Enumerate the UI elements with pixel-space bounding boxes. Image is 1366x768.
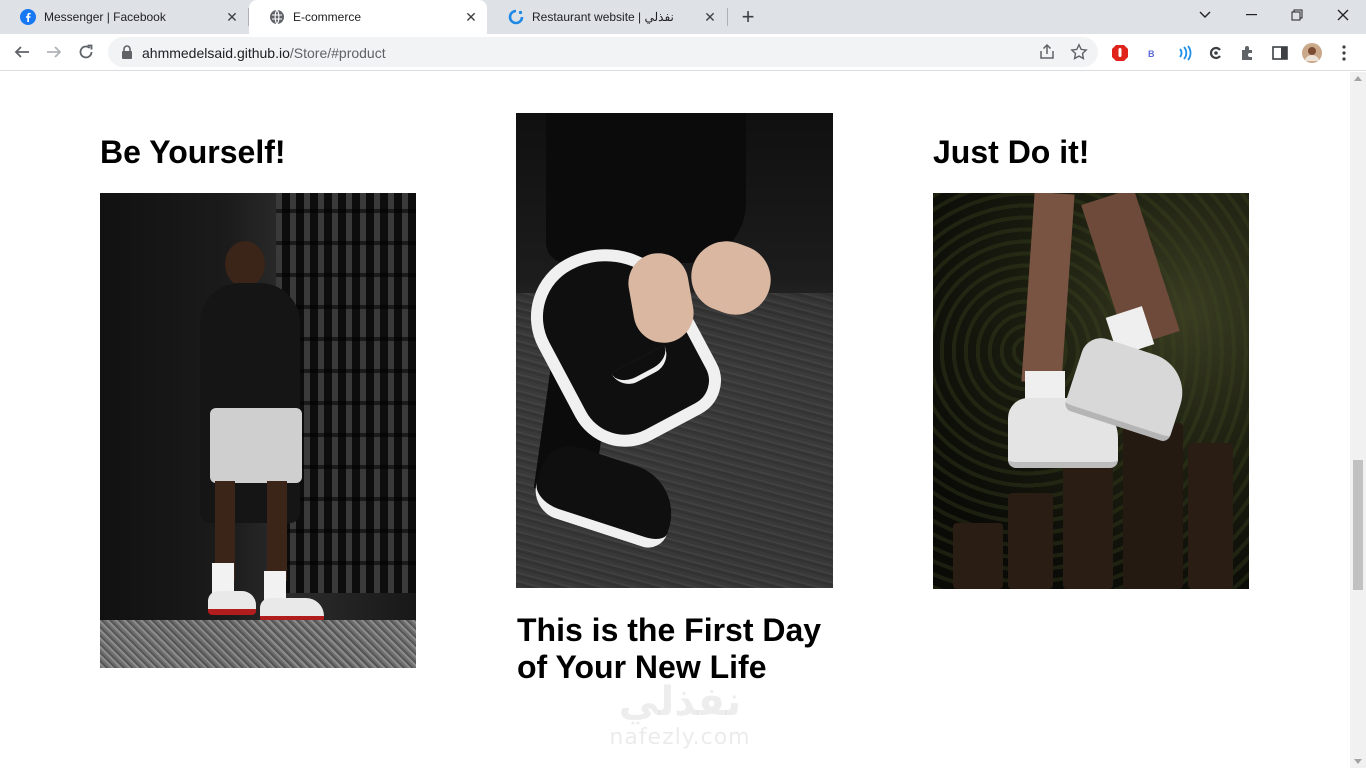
profile-avatar[interactable] [1302, 43, 1322, 63]
address-bar[interactable]: ahmmedelsaid.github.io/Store/#product [108, 37, 1098, 67]
globe-icon [270, 9, 284, 25]
forward-arrow-icon[interactable] [40, 38, 68, 66]
close-tab-icon[interactable]: ✕ [224, 9, 240, 25]
lock-icon[interactable] [120, 45, 134, 59]
url-host: ahmmedelsaid.github.io [142, 45, 290, 61]
svg-text:B: B [1148, 49, 1155, 59]
product-image-holding-sneaker [516, 113, 833, 588]
section-heading-be-yourself: Be Yourself! [100, 134, 286, 170]
scroll-down-arrow-icon[interactable] [1354, 759, 1362, 764]
wave-extension-icon[interactable] [1174, 43, 1194, 63]
restore-button[interactable] [1274, 0, 1320, 30]
bookmark-star-icon[interactable] [1070, 43, 1088, 61]
tab-restaurant[interactable]: Restaurant website | نفذلي ✕ [488, 0, 726, 34]
vertical-scrollbar[interactable] [1350, 72, 1366, 768]
section-heading-first-day: This is the First Day of Your New Life [517, 612, 822, 685]
scrollbar-thumb[interactable] [1353, 460, 1363, 590]
close-window-button[interactable] [1320, 0, 1366, 30]
adblock-extension-icon[interactable] [1110, 43, 1130, 63]
c-extension-icon[interactable] [1206, 43, 1226, 63]
tab-label: Messenger | Facebook [44, 10, 166, 24]
section-heading-just-do-it: Just Do it! [933, 134, 1090, 170]
back-arrow-icon[interactable] [8, 38, 36, 66]
tab-search-chevron-down-icon[interactable] [1182, 0, 1228, 30]
nafezly-watermark: نفذلي nafezly.com [560, 679, 800, 768]
reload-icon[interactable] [72, 38, 100, 66]
minimize-button[interactable] [1228, 0, 1274, 30]
url-path: /Store/#product [289, 45, 386, 61]
url-text[interactable]: ahmmedelsaid.github.io/Store/#product [142, 45, 386, 61]
page-viewport: Be Yourself! This is the First Day of Yo… [0, 72, 1350, 768]
nafezly-icon [508, 9, 524, 25]
menu-kebab-icon[interactable] [1334, 43, 1354, 63]
scroll-up-arrow-icon[interactable] [1354, 76, 1362, 81]
close-tab-icon[interactable]: ✕ [463, 9, 479, 25]
extensions-puzzle-icon[interactable] [1238, 43, 1258, 63]
tab-strip: Messenger | Facebook ✕ E-commerce ✕ Rest… [0, 0, 1366, 34]
side-panel-icon[interactable] [1270, 43, 1290, 63]
product-image-man-standing [100, 193, 416, 668]
product-image-sneakers-on-stumps [933, 193, 1249, 589]
new-tab-button[interactable]: + [736, 4, 760, 29]
tab-ecommerce[interactable]: E-commerce ✕ [249, 0, 487, 34]
tab-label: E-commerce [293, 10, 362, 24]
tab-separator [727, 8, 728, 26]
facebook-icon [20, 9, 36, 25]
b-extension-icon[interactable]: B [1142, 43, 1162, 63]
tab-label: Restaurant website | نفذلي [532, 10, 674, 24]
browser-toolbar: ahmmedelsaid.github.io/Store/#product B [0, 34, 1366, 71]
share-icon[interactable] [1038, 43, 1056, 61]
close-tab-icon[interactable]: ✕ [702, 9, 718, 25]
tab-messenger[interactable]: Messenger | Facebook ✕ [0, 0, 248, 34]
watermark-arabic: نفذلي [618, 679, 742, 725]
watermark-latin: nafezly.com [609, 725, 751, 750]
